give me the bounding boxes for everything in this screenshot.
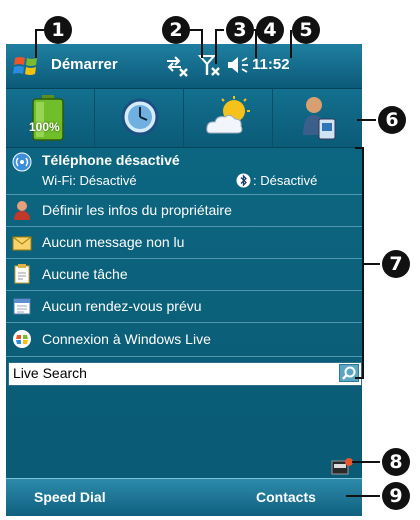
clock-icon [121,98,159,136]
list-item-label: Définir les infos du propriétaire [42,202,232,218]
list-item-label: Aucune tâche [42,266,128,282]
speed-dial-softkey[interactable]: Speed Dial [34,489,106,505]
live-search-box [8,362,362,386]
battery-level: 100% [29,120,60,134]
list-item-label: Aucun message non lu [42,234,185,250]
callout-4: 4 [256,16,284,44]
list-item-owner-info[interactable]: Définir les infos du propriétaire [6,195,362,227]
signal-off-icon[interactable] [198,53,222,79]
callout-2: 2 [162,16,190,44]
figure: 1 2 3 4 5 6 7 8 9 Démarrer 11:52 100% Té… [0,0,420,520]
search-icon [342,366,356,380]
message-icon [12,236,32,251]
callout-3: 3 [226,16,254,44]
clock[interactable]: 11:52 [252,56,290,73]
start-menu-icon[interactable] [12,52,40,80]
bluetooth-icon [236,173,251,188]
clock-cell[interactable] [95,89,184,147]
windows-live-icon [13,330,31,348]
soft-key-bar: Speed Dial Contacts [6,478,362,516]
volume-icon[interactable] [226,53,250,79]
callout-8: 8 [382,448,410,476]
list-item-windows-live[interactable]: Connexion à Windows Live [6,323,362,357]
wifi-status: Wi-Fi: Désactivé [42,173,137,188]
list-item-messages[interactable]: Aucun message non lu [6,227,362,259]
connectivity-icon[interactable] [164,53,190,79]
list-item-label: Connexion à Windows Live [42,331,211,347]
contacts-softkey[interactable]: Contacts [256,489,316,505]
start-label[interactable]: Démarrer [51,56,118,73]
list-item-tasks[interactable]: Aucune tâche [6,259,362,291]
callout-1: 1 [44,16,72,44]
status-icon-bar: 100% [6,89,362,148]
live-search-input[interactable] [11,364,315,382]
callout-7: 7 [382,250,410,278]
callout-9: 9 [382,482,410,510]
battery-icon [32,95,64,141]
weather-cell[interactable] [184,89,273,147]
notification-icon[interactable] [331,458,353,476]
contacts-cell[interactable] [273,89,361,147]
list-item-label: Aucun rendez-vous prévu [42,298,202,314]
title-bar: Démarrer 11:52 [6,44,362,89]
callout-6: 6 [378,106,406,134]
wireless-icon [12,152,32,172]
owner-icon [14,201,30,220]
phone-status-row[interactable]: Téléphone désactivé Wi-Fi: Désactivé : D… [6,148,362,195]
battery-cell[interactable]: 100% [6,89,95,147]
owner-card-icon [303,97,336,140]
phone-status-title: Téléphone désactivé [42,152,180,168]
list-item-calendar[interactable]: Aucun rendez-vous prévu [6,291,362,323]
callout-5: 5 [292,16,320,44]
weather-icon [206,96,250,134]
search-button[interactable] [339,364,359,382]
calendar-icon [13,298,31,315]
device-screen: Démarrer 11:52 100% Téléphone désactivé … [6,44,362,516]
bluetooth-status: : Désactivé [253,173,318,188]
tasks-icon [14,264,30,284]
